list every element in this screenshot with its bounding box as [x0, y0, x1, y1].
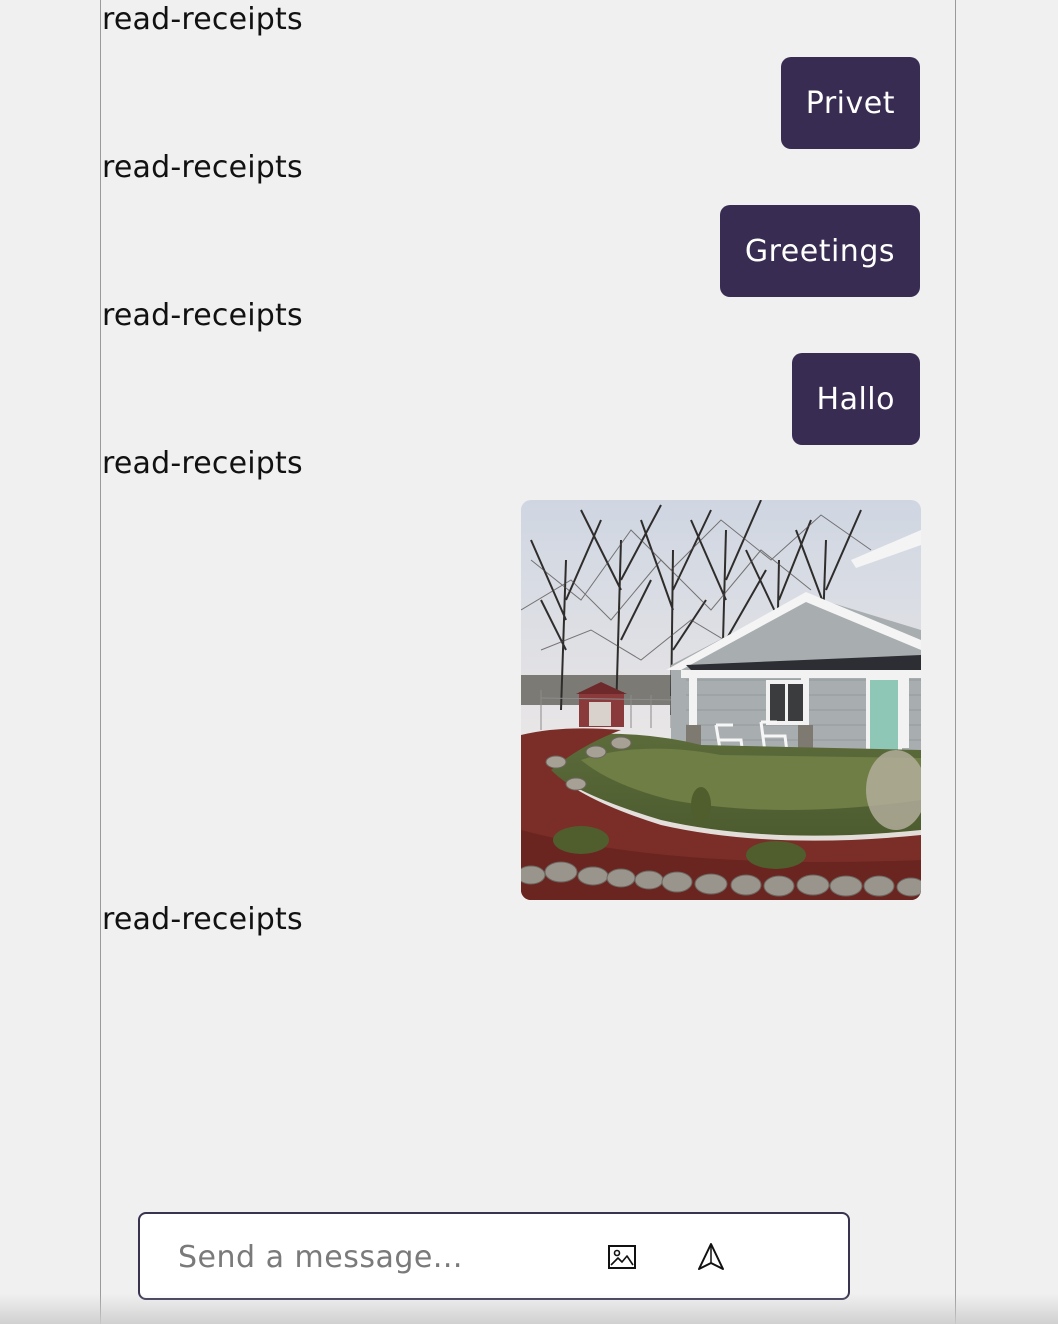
message-image-house[interactable] [521, 500, 921, 900]
read-receipts-label: read-receipts [102, 446, 303, 481]
message-bubble-privet[interactable]: Privet [780, 57, 920, 149]
read-receipts-label: read-receipts [102, 298, 303, 333]
image-icon[interactable] [605, 1240, 639, 1274]
message-input[interactable] [176, 1232, 580, 1282]
chat-panel: read-receipts Privet read-receipts Greet… [100, 0, 956, 1324]
message-bubble-greetings[interactable]: Greetings [719, 205, 920, 297]
message-composer [138, 1212, 850, 1300]
house-photo-illustration [521, 500, 921, 900]
read-receipts-label: read-receipts [102, 902, 303, 937]
read-receipts-label: read-receipts [102, 2, 303, 37]
read-receipts-label: read-receipts [102, 150, 303, 185]
send-arrow-icon[interactable] [694, 1240, 728, 1274]
message-bubble-hallo[interactable]: Hallo [791, 353, 920, 445]
